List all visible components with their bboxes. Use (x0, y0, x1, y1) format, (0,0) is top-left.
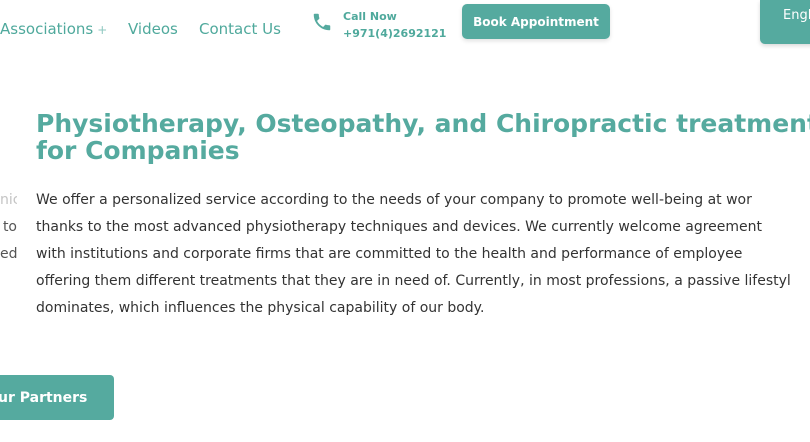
page-title: Physiotherapy, Osteopathy, and Chiroprac… (36, 110, 810, 164)
nav-item-videos[interactable]: Videos (128, 20, 178, 38)
phone-icon[interactable] (311, 11, 333, 33)
adjacent-text-fragment: ed, (0, 246, 17, 262)
description-line: We offer a personalized service accordin… (36, 192, 752, 208)
page-title-line: Physiotherapy, Osteopathy, and Chiroprac… (36, 109, 810, 138)
adjacent-text-fragment: to (2, 219, 17, 235)
adjacent-text-fragment: nic (0, 192, 17, 208)
our-partners-button[interactable]: ur Partners (0, 375, 114, 420)
page-title-line: for Companies (36, 136, 240, 165)
description-line: dominates, which influences the physical… (36, 300, 485, 316)
description-line: offering them different treatments that … (36, 273, 791, 289)
nav-item-contact-us[interactable]: Contact Us (199, 20, 281, 38)
book-appointment-button[interactable]: Book Appointment (462, 4, 610, 39)
nav-item-associations[interactable]: Associations + (0, 20, 107, 38)
description-line: with institutions and corporate firms th… (36, 246, 743, 262)
description-line: thanks to the most advanced physiotherap… (36, 219, 763, 235)
expand-plus-icon: + (97, 23, 108, 37)
language-button[interactable]: Engl (760, 0, 810, 44)
phone-number-link[interactable]: +971(4)2692121 (343, 27, 446, 40)
nav-item-label: Associations (0, 20, 94, 38)
call-now-label: Call Now (343, 10, 397, 23)
